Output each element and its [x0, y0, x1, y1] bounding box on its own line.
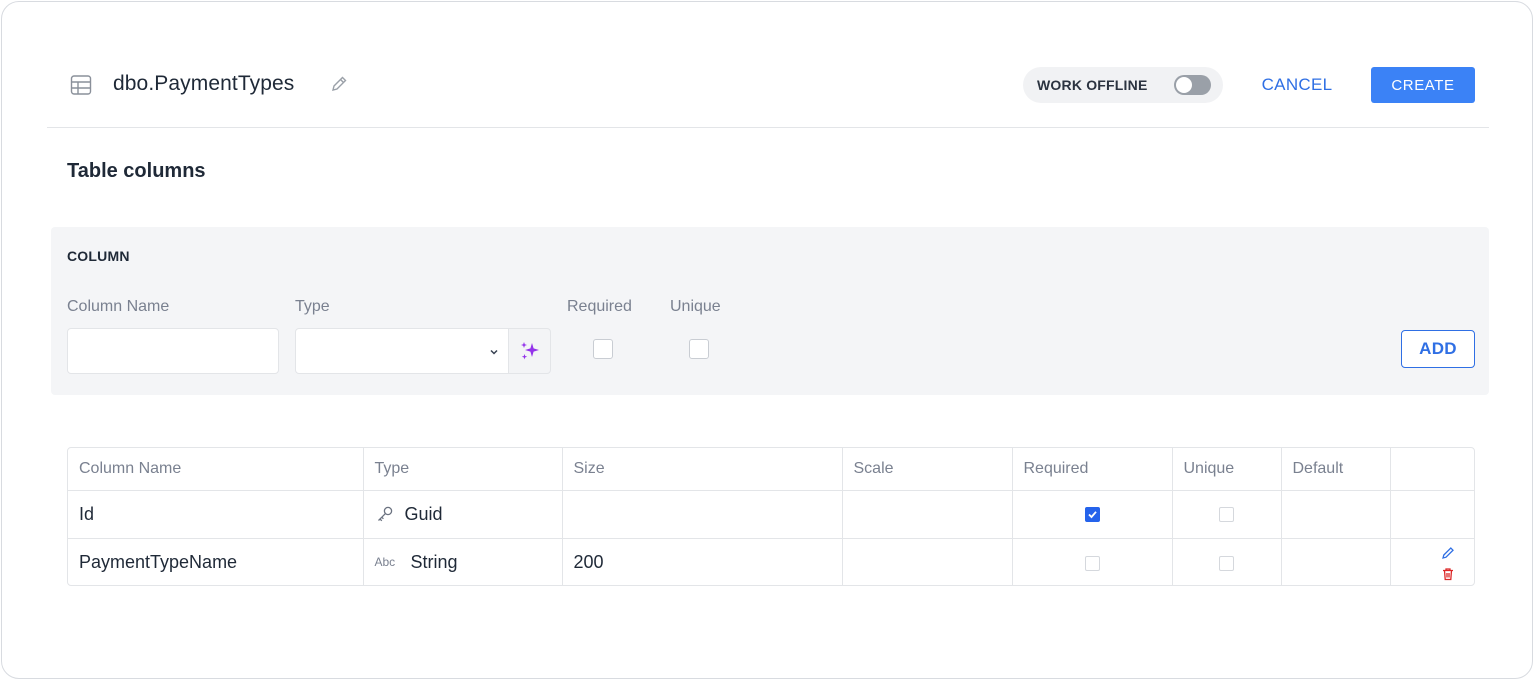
- type-value: Guid: [404, 503, 443, 524]
- column-name-label: Column Name: [67, 298, 170, 315]
- table-row: Id Guid: [68, 490, 1474, 539]
- column-name-input[interactable]: [67, 328, 279, 374]
- required-checkbox[interactable]: [593, 339, 613, 359]
- unique-checkbox-unchecked[interactable]: [1219, 507, 1234, 523]
- trash-icon[interactable]: [1440, 566, 1456, 582]
- header-size: Size: [562, 448, 843, 491]
- cell-default: [1281, 490, 1391, 539]
- key-icon: [377, 506, 392, 522]
- header-column-name: Column Name: [68, 448, 364, 491]
- unique-checkbox[interactable]: [689, 339, 709, 359]
- required-checkbox-checked[interactable]: [1084, 507, 1100, 523]
- toggle-knob: [1176, 77, 1192, 93]
- work-offline-toggle[interactable]: [1174, 75, 1211, 95]
- work-offline-control: WORK OFFLINE: [1023, 67, 1223, 103]
- cell-actions: [1390, 538, 1474, 585]
- column-form-heading: COLUMN: [67, 248, 130, 264]
- edit-pencil-icon[interactable]: [1440, 545, 1456, 561]
- required-label: Required: [567, 298, 632, 315]
- table-row: PaymentTypeName Abc String 200: [68, 538, 1474, 585]
- table-header-row: Column Name Type Size Scale Required Uni…: [68, 448, 1474, 491]
- cell-actions: [1390, 490, 1474, 539]
- header-actions: [1390, 448, 1474, 491]
- cell-unique: [1172, 490, 1282, 539]
- cell-type: Abc String: [363, 538, 563, 585]
- create-button[interactable]: CREATE: [1371, 67, 1475, 103]
- header-unique: Unique: [1172, 448, 1282, 491]
- page-title: dbo.PaymentTypes: [113, 72, 295, 95]
- cell-unique: [1172, 538, 1282, 585]
- abc-icon: Abc: [374, 555, 396, 570]
- header-required: Required: [1012, 448, 1173, 491]
- cell-required: [1012, 490, 1173, 539]
- column-form-panel: COLUMN Column Name Type Required Unique …: [51, 227, 1489, 395]
- unique-label: Unique: [670, 298, 721, 315]
- add-column-button[interactable]: ADD: [1401, 330, 1475, 368]
- sparkle-icon: [521, 342, 539, 360]
- cell-required: [1012, 538, 1173, 585]
- cell-scale: [842, 490, 1013, 539]
- cell-scale: [842, 538, 1013, 585]
- header-type: Type: [363, 448, 563, 491]
- chevron-down-icon: [490, 349, 498, 355]
- cancel-button[interactable]: CANCEL: [1243, 67, 1351, 103]
- cell-column-name: PaymentTypeName: [68, 538, 364, 585]
- unique-checkbox-unchecked[interactable]: [1219, 555, 1234, 571]
- columns-table: Column Name Type Size Scale Required Uni…: [67, 447, 1475, 586]
- required-checkbox-unchecked[interactable]: [1084, 555, 1100, 571]
- cell-type: Guid: [363, 490, 563, 539]
- cell-column-name: Id: [68, 490, 364, 539]
- header-default: Default: [1281, 448, 1391, 491]
- type-label: Type: [295, 298, 330, 315]
- header-scale: Scale: [842, 448, 1013, 491]
- ai-suggest-button[interactable]: [508, 328, 551, 374]
- check-mark-icon: [1087, 511, 1097, 519]
- type-select[interactable]: [295, 328, 509, 374]
- cell-size: [562, 490, 843, 539]
- section-title: Table columns: [67, 160, 206, 182]
- cell-default: [1281, 538, 1391, 585]
- table-icon: [70, 75, 92, 95]
- pencil-icon[interactable]: [329, 74, 349, 94]
- type-value: String: [410, 551, 458, 572]
- cell-size: 200: [562, 538, 843, 585]
- dialog-frame: dbo.PaymentTypes WORK OFFLINE CANCEL CRE…: [1, 1, 1533, 679]
- work-offline-label: WORK OFFLINE: [1037, 77, 1148, 93]
- header-bar: dbo.PaymentTypes WORK OFFLINE CANCEL CRE…: [47, 52, 1489, 128]
